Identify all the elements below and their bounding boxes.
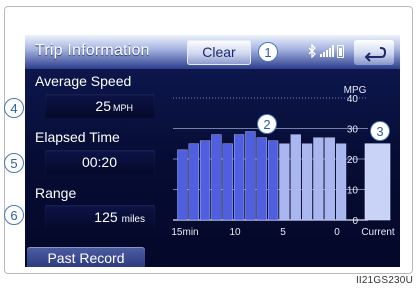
x-tick-label: 5 bbox=[280, 227, 286, 238]
bar bbox=[267, 140, 279, 221]
bar bbox=[301, 143, 313, 221]
callout-4: 4 bbox=[4, 98, 24, 118]
bar bbox=[233, 134, 245, 221]
x-tick-label: 0 bbox=[334, 227, 340, 238]
bar bbox=[279, 143, 290, 221]
trip-information-screen: Trip Information Clear 1 Average Speed 2… bbox=[25, 35, 400, 267]
bar bbox=[324, 137, 335, 221]
bar bbox=[177, 149, 188, 221]
y-tick-label: 30 bbox=[347, 125, 359, 136]
callout-3: 3 bbox=[370, 121, 390, 141]
callout-5: 5 bbox=[4, 153, 24, 173]
current-label: Current bbox=[361, 227, 395, 238]
current-bar bbox=[364, 143, 391, 221]
bar bbox=[222, 143, 233, 221]
y-axis-label: MPG bbox=[344, 85, 367, 96]
bar bbox=[188, 143, 199, 221]
bar bbox=[335, 143, 347, 221]
y-tick-label: 20 bbox=[347, 155, 359, 166]
bar bbox=[199, 140, 211, 221]
x-tick-label: 10 bbox=[229, 227, 241, 238]
bar bbox=[211, 134, 222, 221]
x-tick-label: 15min bbox=[171, 227, 198, 238]
bar bbox=[313, 137, 324, 221]
bar bbox=[290, 134, 301, 221]
callout-2: 2 bbox=[257, 114, 277, 134]
fuel-economy-chart: 403020100MPG15min 10 5 0 Current bbox=[171, 85, 395, 238]
bar bbox=[245, 131, 256, 221]
callout-6: 6 bbox=[4, 205, 24, 225]
y-tick-label: 0 bbox=[352, 216, 358, 227]
bar bbox=[256, 137, 267, 221]
y-tick-label: 10 bbox=[347, 186, 359, 197]
figure-code: II21GS230U bbox=[355, 275, 413, 286]
